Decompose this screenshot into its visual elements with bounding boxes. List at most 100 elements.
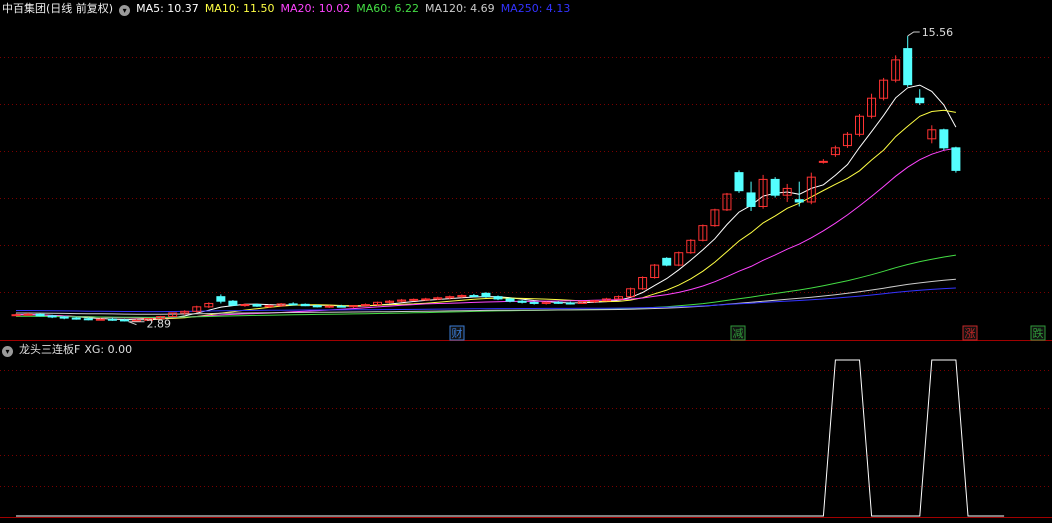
candle [493,295,503,301]
high-price-label: 15.56 [922,26,954,39]
candle [300,303,310,307]
candle [626,287,636,298]
candle [517,300,527,304]
candle [903,35,913,87]
candle-body [47,315,57,318]
ma-line-ma250 [16,287,956,313]
candle-body [529,301,539,304]
candle-body [734,172,744,192]
candle-body [252,304,262,307]
candle [698,224,708,242]
candle [867,93,877,119]
candle [348,305,358,308]
candle [686,239,696,254]
stock-chart[interactable]: 15.56 2.89 财 减 涨 跌 [0,0,1052,523]
candle [541,301,551,305]
candle [638,276,648,290]
candle [927,125,937,144]
candle-body [240,304,250,307]
candle-body [818,160,828,163]
candle-body [35,313,45,317]
candle [614,295,623,300]
event-badge[interactable]: 减 [730,325,746,341]
candle-body [662,257,672,266]
candle [324,305,334,308]
candle [722,192,732,211]
candle [855,114,864,137]
event-badge[interactable]: 跌 [1030,325,1046,341]
candle-body [493,296,503,300]
ma-line-ma60 [15,254,956,318]
candle [915,89,925,105]
candle [553,301,563,304]
candle-body [71,317,81,320]
candle-body [421,298,431,301]
candle-body [119,319,129,322]
candle [168,312,178,318]
candle [288,302,298,306]
candle-body [228,300,238,306]
candle-body [312,305,322,308]
candle-body [770,178,780,196]
candle-body [746,192,756,207]
candle-body [565,302,575,305]
candle [758,174,768,209]
candle-body [409,298,419,301]
candle-body [300,303,310,307]
candle [734,170,744,193]
event-badge[interactable]: 财 [449,325,465,341]
candle [806,172,816,205]
candle [505,297,515,303]
candle [674,251,684,267]
candle-body [915,97,925,104]
candle-body [517,300,527,303]
candle-body [903,48,913,86]
candle-body [23,313,33,316]
event-badge-label: 财 [452,326,463,340]
candle [421,297,431,301]
candle [879,77,889,101]
candle [662,257,672,267]
candle [385,300,395,304]
candle-body [481,292,491,298]
candle-body [11,314,21,317]
candle [469,293,479,298]
candle [11,313,21,317]
candle-body [288,303,298,306]
candle-body [505,298,515,302]
candle [107,317,117,321]
candle [770,177,780,198]
event-badge[interactable]: 涨 [962,325,978,341]
event-badge-label: 跌 [1033,326,1044,340]
candle-body [939,129,949,149]
candle-body [794,199,804,203]
candle-body [107,318,117,321]
candle [397,298,407,303]
event-badge-label: 减 [733,327,744,340]
candle [481,292,491,298]
candle-body [469,295,479,298]
candle-body [348,305,358,308]
candle [710,208,720,227]
candle [746,181,756,211]
candle [204,302,214,308]
candle [939,128,949,151]
candle [216,294,226,304]
candle-body [132,319,141,322]
candle-body [553,301,563,304]
candle-body [336,305,346,308]
candle-body [589,300,599,303]
candle [35,313,45,317]
low-price-label: 2.89 [147,318,172,331]
candle [891,55,901,83]
candle-body [59,316,69,319]
candle [192,305,202,313]
xg-signal-line [16,359,1005,517]
candle [842,132,852,148]
candle [228,300,238,306]
low-marker-arrow [128,321,145,326]
candle-body [951,147,961,171]
candle [650,263,660,279]
candle [565,301,575,305]
candle-body [95,318,105,321]
